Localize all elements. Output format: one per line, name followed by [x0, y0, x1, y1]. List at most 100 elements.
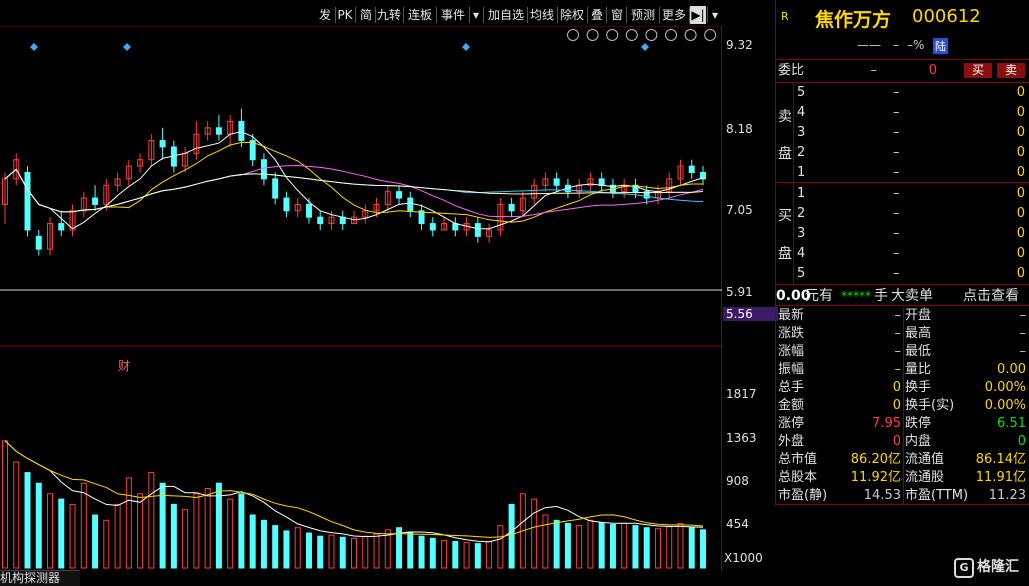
volume-bar[interactable]: [193, 493, 200, 569]
candle-body[interactable]: [508, 203, 515, 212]
volume-bar[interactable]: [553, 519, 560, 569]
volume-bar[interactable]: [92, 514, 99, 569]
orderbook-level-row[interactable]: 5 – 0: [775, 265, 1029, 283]
volume-bar[interactable]: [2, 440, 8, 569]
toolbar-button-5[interactable]: 事件: [438, 6, 468, 24]
candle-body[interactable]: [688, 165, 695, 173]
candle-body[interactable]: [215, 127, 222, 135]
candle-body[interactable]: [418, 210, 425, 225]
volume-bar[interactable]: [609, 524, 616, 569]
candle-body[interactable]: [92, 197, 99, 205]
scissors-icon[interactable]: [665, 29, 677, 41]
undo-icon[interactable]: [645, 29, 658, 41]
candle-body[interactable]: [272, 178, 279, 199]
volume-bar[interactable]: [508, 503, 515, 569]
orderbook-level-row[interactable]: 4 – 0: [775, 104, 1029, 122]
toolbar-button-4[interactable]: 连板: [405, 6, 435, 24]
toolbar-button-13[interactable]: 更多: [660, 6, 688, 24]
orderbook-level-row[interactable]: 4 – 0: [775, 245, 1029, 263]
volume-bar[interactable]: [114, 503, 121, 569]
orderbook-level-row[interactable]: 1 – 0: [775, 185, 1029, 203]
candle-body[interactable]: [452, 223, 459, 231]
toolbar-button-3[interactable]: 九转: [376, 6, 402, 24]
event-diamond-icon[interactable]: [462, 43, 470, 51]
volume-bar[interactable]: [339, 536, 346, 569]
volume-bar[interactable]: [137, 493, 144, 569]
volume-bar[interactable]: [621, 522, 628, 569]
volume-bar[interactable]: [317, 535, 324, 569]
financial-event-marker[interactable]: 财: [118, 357, 130, 374]
volume-bar[interactable]: [564, 522, 571, 569]
volume-bar[interactable]: [452, 541, 459, 569]
volume-bar[interactable]: [373, 533, 380, 569]
volume-bar[interactable]: [576, 525, 583, 569]
orderbook-level-row[interactable]: 3 – 0: [775, 225, 1029, 243]
volume-bar[interactable]: [24, 472, 31, 569]
volume-bar[interactable]: [351, 537, 357, 569]
toolbar-button-10[interactable]: 叠: [589, 6, 605, 24]
volume-bar[interactable]: [47, 493, 54, 569]
sell-button[interactable]: 卖: [997, 63, 1025, 78]
toolbar-button-1[interactable]: PK: [336, 6, 354, 24]
candle-body[interactable]: [58, 223, 65, 231]
volume-bar[interactable]: [58, 498, 65, 569]
volume-bar[interactable]: [249, 514, 256, 569]
volume-bar[interactable]: [170, 503, 177, 569]
volume-bar[interactable]: [654, 528, 661, 569]
kline-chart-area[interactable]: 9.32 8.18 7.05 5.91 5.56 财 1817 1363 908…: [0, 26, 778, 571]
candle-body[interactable]: [474, 223, 481, 237]
volume-bar[interactable]: [632, 525, 639, 569]
volume-bar[interactable]: [305, 532, 312, 569]
candle-body[interactable]: [553, 178, 560, 186]
volume-bar[interactable]: [238, 493, 245, 569]
upload-icon[interactable]: [704, 29, 717, 41]
toolbar-button-2[interactable]: 简: [358, 6, 374, 24]
volume-bar[interactable]: [587, 519, 594, 569]
volume-bar[interactable]: [407, 531, 414, 569]
volume-bar[interactable]: [486, 541, 493, 569]
orderbook-level-row[interactable]: 1 – 0: [775, 164, 1029, 182]
volume-bar[interactable]: [463, 542, 470, 569]
event-diamond-icon[interactable]: [123, 43, 131, 51]
toolbar-button-11[interactable]: 窗: [609, 6, 625, 24]
candle-body[interactable]: [35, 235, 42, 250]
candle-body[interactable]: [317, 216, 324, 225]
toolbar-button-12[interactable]: 预测: [628, 6, 658, 24]
volume-bar[interactable]: [429, 537, 436, 569]
big-order-view-link[interactable]: 点击查看: [963, 287, 1019, 305]
volume-bar[interactable]: [294, 527, 301, 569]
candle-body[interactable]: [283, 197, 290, 212]
toolbar-button-6[interactable]: ▾: [470, 6, 482, 24]
orderbook-level-row[interactable]: 5 – 0: [775, 84, 1029, 102]
volume-bar[interactable]: [542, 514, 549, 569]
volume-bar[interactable]: [148, 472, 155, 569]
volume-bar[interactable]: [35, 482, 42, 569]
event-diamond-icon[interactable]: [30, 43, 38, 51]
volume-bar[interactable]: [182, 509, 189, 569]
volume-bar[interactable]: [227, 498, 234, 569]
candle-body[interactable]: [396, 191, 403, 199]
institution-detector-tab[interactable]: 机构探测器: [0, 570, 80, 586]
toolbar-button-8[interactable]: 均线: [528, 6, 556, 24]
eye-icon[interactable]: [567, 29, 579, 41]
volume-bar[interactable]: [598, 521, 605, 569]
pause-icon[interactable]: [625, 29, 638, 41]
toolbar-button-14[interactable]: ▶|: [690, 6, 706, 24]
candle-body[interactable]: [260, 159, 267, 180]
volume-bar[interactable]: [643, 527, 650, 569]
hand-icon[interactable]: [586, 29, 599, 41]
toolbar-button-15[interactable]: ▾: [709, 6, 721, 24]
event-diamond-icon[interactable]: [641, 43, 649, 51]
play-icon[interactable]: [606, 29, 619, 41]
volume-bar[interactable]: [441, 539, 448, 569]
candle-body[interactable]: [238, 120, 245, 142]
volume-bar[interactable]: [474, 543, 481, 569]
volume-bar[interactable]: [418, 535, 425, 569]
volume-bar[interactable]: [688, 527, 695, 569]
candle-body[interactable]: [598, 178, 605, 186]
candle-body[interactable]: [339, 216, 346, 225]
toolbar-button-0[interactable]: 发: [316, 6, 334, 24]
volume-bar[interactable]: [272, 525, 279, 569]
toolbar-button-9[interactable]: 除权: [558, 6, 586, 24]
orderbook-level-row[interactable]: 2 – 0: [775, 144, 1029, 162]
